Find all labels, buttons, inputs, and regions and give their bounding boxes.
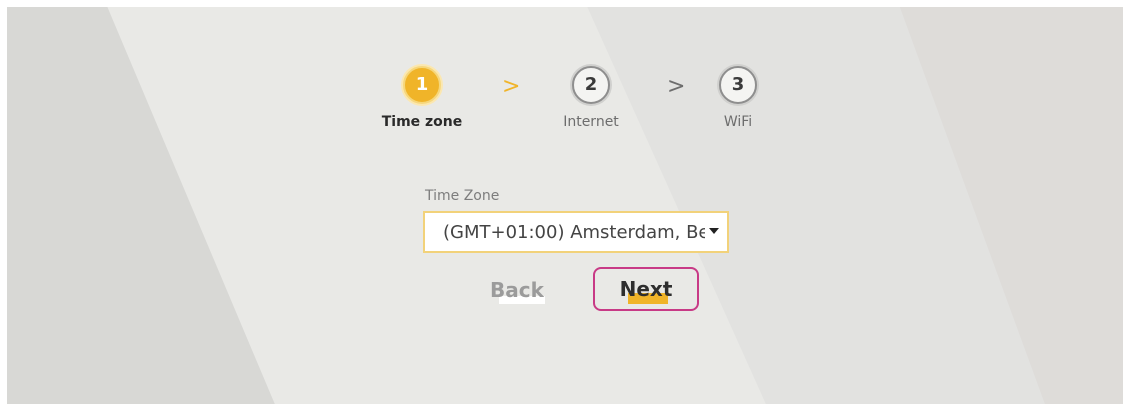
step-label: Time zone <box>381 114 463 130</box>
step-label: Internet <box>563 114 619 130</box>
back-button-label: Back <box>490 278 544 302</box>
step-label: WiFi <box>723 114 753 130</box>
step-number-badge: 3 <box>719 66 757 104</box>
step-separator-arrow: > <box>502 74 521 99</box>
next-button[interactable]: Next <box>593 267 699 311</box>
wizard-steps: 1 Time zone > 2 Internet > 3 WiFi <box>7 66 1123 156</box>
timezone-label: Time Zone <box>425 188 500 204</box>
step-number-badge: 2 <box>572 66 610 104</box>
dropdown-caret-icon <box>709 228 719 234</box>
step-wifi: 3 WiFi <box>683 66 793 130</box>
timezone-select[interactable]: (GMT+01:00) Amsterdam, Berlin <box>423 211 729 253</box>
timezone-select-value: (GMT+01:00) Amsterdam, Berlin <box>443 221 705 243</box>
step-number-badge: 1 <box>403 66 441 104</box>
setup-wizard-panel: 1 Time zone > 2 Internet > 3 WiFi Time Z… <box>7 7 1123 404</box>
next-button-label: Next <box>619 277 673 301</box>
back-button[interactable]: Back <box>477 273 557 307</box>
step-internet: 2 Internet <box>536 66 646 130</box>
step-time-zone: 1 Time zone <box>367 66 477 130</box>
